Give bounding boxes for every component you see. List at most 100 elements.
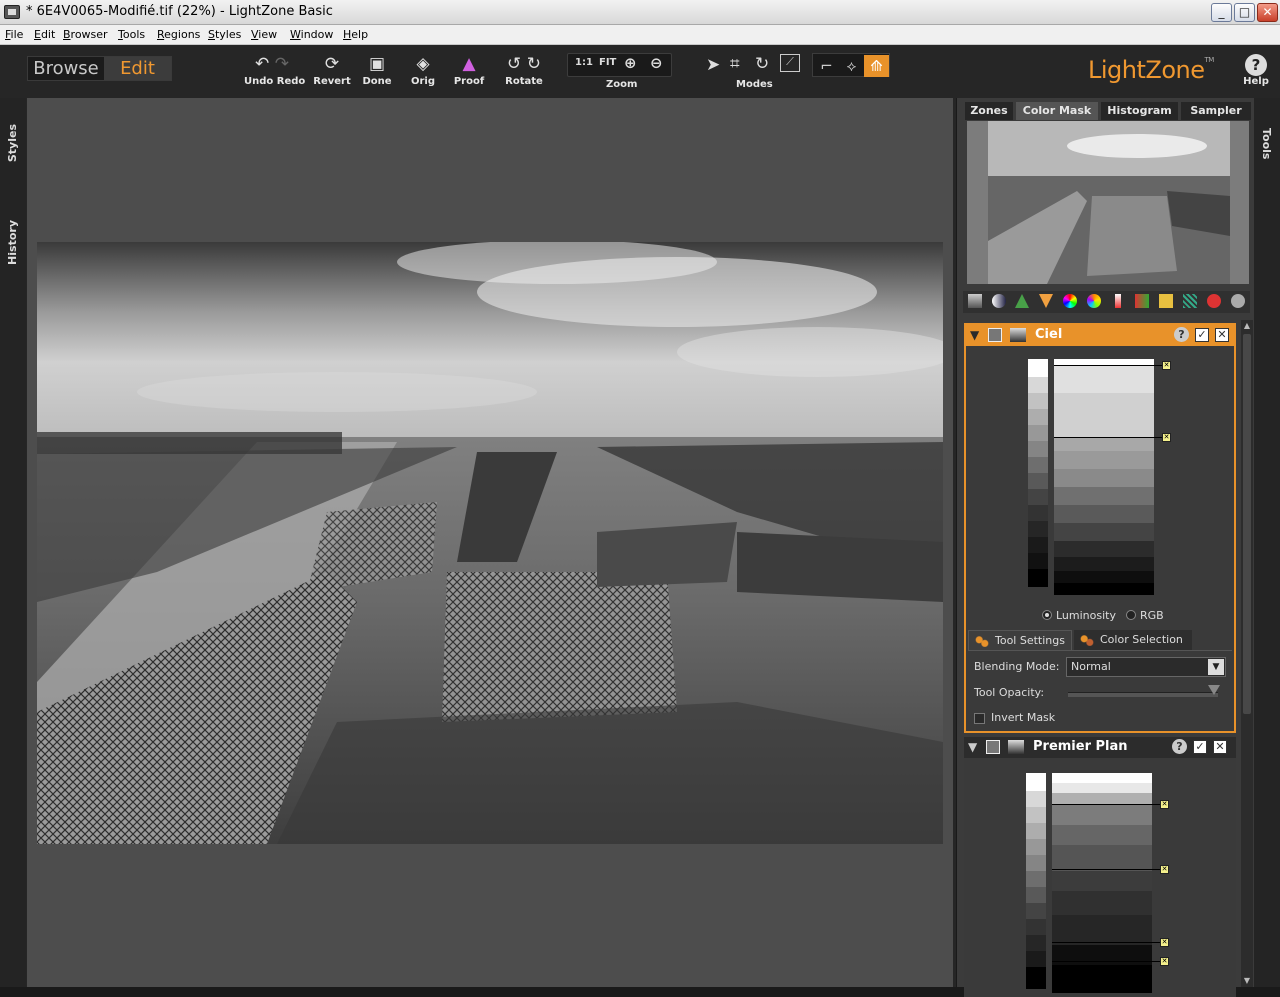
bezier-region-icon[interactable]: ⟰ (864, 55, 889, 77)
collapse-triangle-icon[interactable]: ▼ (968, 740, 977, 754)
tab-color-mask[interactable]: Color Mask (1016, 102, 1098, 120)
tool-premier-plan: ▼ Premier Plan ? ✓ ✕ ✕ ✕ ✕ ✕ (964, 737, 1236, 997)
browse-edit-switch: Browse Edit (27, 56, 172, 81)
color-noise-icon[interactable] (1159, 294, 1173, 308)
styles-tab[interactable]: Styles (6, 124, 19, 162)
history-tab[interactable]: History (6, 220, 19, 265)
orig-button[interactable]: ◈ Orig (408, 52, 438, 87)
tool-enable-checkbox[interactable]: ✓ (1193, 740, 1207, 754)
rotate-button[interactable]: ↺ ↻ Rotate (503, 52, 545, 87)
scroll-up-icon[interactable]: ▲ (1241, 320, 1253, 332)
blur-icon[interactable] (1039, 294, 1053, 308)
zone-mapper-scale[interactable] (1052, 773, 1152, 993)
rgb-radio[interactable]: RGB (1126, 609, 1164, 622)
tab-sampler[interactable]: Sampler (1181, 102, 1251, 120)
minimize-button[interactable]: _ (1211, 3, 1232, 22)
arrow-pointer-icon[interactable]: ➤ (706, 55, 720, 75)
tab-zones[interactable]: Zones (965, 102, 1013, 120)
tool-opacity-label: Tool Opacity: (974, 686, 1045, 699)
image-canvas[interactable] (27, 98, 953, 987)
relight-icon[interactable] (992, 294, 1006, 308)
zone-mapper-tool-icon (1008, 740, 1024, 754)
zone-control-point[interactable]: ✕ (1162, 433, 1171, 442)
polygon-region-icon[interactable]: ⌐ (814, 55, 839, 77)
red-eye-icon[interactable] (1207, 294, 1221, 308)
spline-region-icon[interactable]: ⟡ (839, 55, 864, 77)
toolbar: Browse Edit ↶ ↷ Undo Redo ⟳ Revert ▣ Don… (0, 46, 1280, 98)
tool-header[interactable]: ▼ Ciel ? ✓ ✕ (966, 325, 1234, 346)
blending-mode-select[interactable]: Normal ▼ (1066, 657, 1226, 677)
tool-palette (963, 291, 1250, 313)
scroll-thumb[interactable] (1243, 334, 1251, 714)
menu-file[interactable]: File (5, 28, 23, 41)
browse-mode-button[interactable]: Browse (28, 57, 104, 80)
zoom-in-icon[interactable]: ⊕ (624, 54, 637, 72)
mask-preview-thumbnail (967, 121, 1249, 284)
zone-control-point[interactable]: ✕ (1160, 957, 1169, 966)
zone-control-point[interactable]: ✕ (1162, 361, 1171, 370)
white-balance-icon[interactable] (1115, 294, 1121, 308)
menu-regions[interactable]: Regions (157, 28, 200, 41)
tool-help-icon[interactable]: ? (1172, 739, 1187, 754)
sharpen-icon[interactable] (1015, 294, 1029, 308)
menu-view[interactable]: View (251, 28, 277, 41)
tool-name[interactable]: Premier Plan (1033, 739, 1128, 754)
zoom-fit-button[interactable]: FIT (599, 57, 616, 68)
collapse-triangle-icon[interactable]: ▼ (970, 328, 979, 342)
tab-color-selection[interactable]: Color Selection (1074, 630, 1192, 650)
maximize-button[interactable]: □ (1234, 3, 1255, 22)
tools-tab[interactable]: Tools (1260, 128, 1273, 159)
crop-icon[interactable]: ⌗ (730, 54, 740, 74)
zone-mapper-icon[interactable] (968, 294, 982, 308)
tool-opacity-slider[interactable] (1068, 692, 1218, 697)
revert-button[interactable]: ⟳ Revert (312, 52, 352, 87)
tool-remove-icon[interactable]: ✕ (1215, 328, 1229, 342)
channel-mixer-icon[interactable] (1135, 294, 1149, 308)
tab-histogram[interactable]: Histogram (1101, 102, 1178, 120)
region-toggle-icon[interactable] (988, 328, 1002, 342)
chevron-down-icon: ▼ (1208, 659, 1224, 675)
tool-header[interactable]: ▼ Premier Plan ? ✓ ✕ (964, 737, 1236, 758)
tool-remove-icon[interactable]: ✕ (1213, 740, 1227, 754)
region-toggle-icon[interactable] (986, 740, 1000, 754)
menu-tools[interactable]: Tools (118, 28, 145, 41)
clone-icon[interactable] (1231, 294, 1245, 308)
tool-name[interactable]: Ciel (1035, 327, 1062, 342)
region-mode-icon[interactable]: ⟋ (780, 54, 800, 72)
proof-button[interactable]: ▲ Proof (452, 52, 486, 87)
tool-help-icon[interactable]: ? (1174, 327, 1189, 342)
zoom-out-icon[interactable]: ⊖ (650, 54, 663, 72)
rotate-mode-icon[interactable]: ↻ (755, 54, 769, 74)
help-button[interactable]: ? Help (1241, 54, 1271, 87)
edit-mode-button[interactable]: Edit (104, 57, 171, 80)
done-button[interactable]: ▣ Done (362, 52, 392, 87)
color-balance-icon[interactable] (1087, 294, 1101, 308)
noise-reduction-icon[interactable] (1183, 294, 1197, 308)
tools-scrollbar[interactable]: ▲ ▼ (1241, 320, 1253, 987)
close-button[interactable]: ✕ (1257, 3, 1278, 22)
blending-mode-label: Blending Mode: (974, 660, 1060, 673)
zone-control-point[interactable]: ✕ (1160, 938, 1169, 947)
opacity-slider-handle[interactable] (1208, 685, 1220, 695)
menu-edit[interactable]: Edit (34, 28, 55, 41)
invert-mask-checkbox[interactable] (974, 713, 985, 724)
menu-help[interactable]: Help (343, 28, 368, 41)
undo-redo-button[interactable]: ↶ ↷ Undo Redo (244, 52, 305, 87)
zone-mapper-scale[interactable] (1054, 359, 1154, 595)
zone-control-point[interactable]: ✕ (1160, 800, 1169, 809)
zoom-1to1-button[interactable]: 1:1 (575, 57, 593, 68)
save-disk-icon: ▣ (368, 54, 386, 74)
scroll-down-icon[interactable]: ▼ (1241, 975, 1253, 987)
right-side-tabs: Tools (1254, 98, 1280, 987)
zone-control-point[interactable]: ✕ (1160, 865, 1169, 874)
menu-styles[interactable]: Styles (208, 28, 241, 41)
app-icon[interactable] (4, 5, 20, 19)
title-bar: * 6E4V0065-Modifié.tif (22%) - LightZone… (0, 0, 1280, 25)
hue-saturation-icon[interactable] (1063, 294, 1077, 308)
tool-enable-checkbox[interactable]: ✓ (1195, 328, 1209, 342)
menu-browser[interactable]: Browser (63, 28, 108, 41)
tab-tool-settings[interactable]: Tool Settings (968, 630, 1072, 650)
zone-control-line (1054, 437, 1162, 438)
luminosity-radio[interactable]: Luminosity (1042, 609, 1116, 622)
menu-window[interactable]: Window (290, 28, 333, 41)
